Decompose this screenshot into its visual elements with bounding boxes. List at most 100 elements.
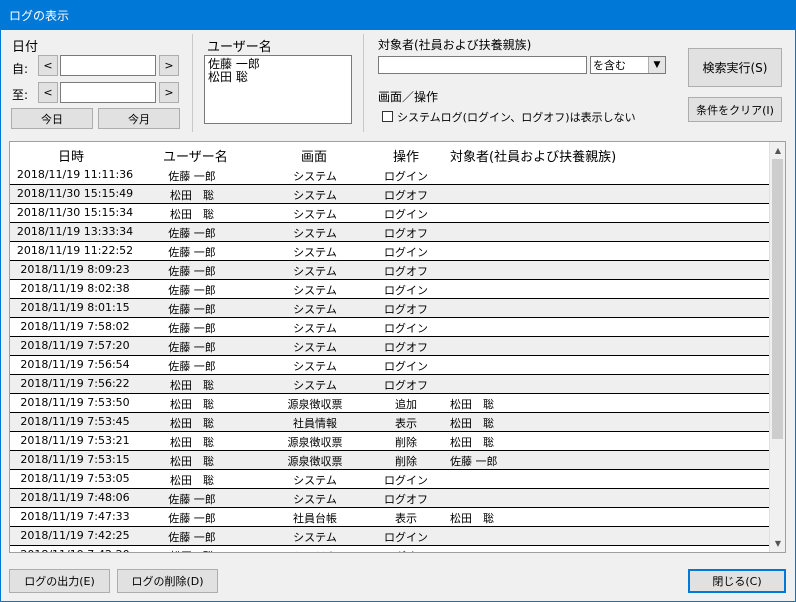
triangle-down-icon[interactable]: ▼ bbox=[771, 536, 785, 551]
table-row[interactable]: 2018/11/19 13:33:34 佐藤 一郎 システム ログオフ bbox=[10, 223, 770, 242]
cell-screen: システム bbox=[293, 170, 337, 183]
cell-operation: ログオフ bbox=[384, 227, 428, 240]
cell-operation: ログイン bbox=[384, 284, 428, 297]
cell-operation: ログイン bbox=[384, 474, 428, 487]
cell-operation: 削除 bbox=[395, 436, 417, 449]
cell-user: 佐藤 一郎 bbox=[168, 531, 216, 544]
cell-operation: ログオフ bbox=[384, 341, 428, 354]
close-button[interactable]: 閉じる(C) bbox=[688, 569, 786, 593]
table-row[interactable]: 2018/11/19 7:53:50 松田 聡 源泉徴収票 追加 松田 聡 bbox=[10, 394, 770, 413]
cell-screen: 社員台帳 bbox=[293, 512, 337, 525]
cell-screen: システム bbox=[293, 208, 337, 221]
cell-screen: システム bbox=[293, 265, 337, 278]
cell-datetime: 2018/11/19 7:53:15 bbox=[20, 453, 130, 466]
date-to-prev-button[interactable]: < bbox=[38, 82, 58, 103]
cell-user: 松田 聡 bbox=[170, 417, 214, 430]
header-datetime[interactable]: 日時 bbox=[58, 146, 84, 165]
cell-operation: ログオフ bbox=[384, 265, 428, 278]
table-row[interactable]: 2018/11/19 11:22:52 佐藤 一郎 システム ログイン bbox=[10, 242, 770, 261]
cell-datetime: 2018/11/19 7:53:50 bbox=[20, 396, 130, 409]
scrollbar-thumb[interactable] bbox=[772, 159, 783, 439]
grid-vertical-scrollbar[interactable]: ▲ ▼ bbox=[769, 142, 785, 552]
cell-user: 松田 聡 bbox=[147, 548, 237, 552]
cell-datetime: 2018/11/19 7:42:20 bbox=[10, 548, 140, 552]
cell-operation: ログイン bbox=[384, 208, 428, 221]
cell-screen: システム bbox=[293, 360, 337, 373]
cell-operation: ログオフ bbox=[366, 548, 446, 552]
today-button[interactable]: 今日 bbox=[11, 108, 93, 129]
separator-2 bbox=[363, 34, 364, 132]
cell-screen: システム bbox=[293, 379, 337, 392]
log-grid[interactable]: 日時 ユーザー名 画面 操作 対象者(社員および扶養親族) 2018/11/19… bbox=[9, 141, 786, 553]
cell-operation: 削除 bbox=[395, 455, 417, 468]
header-screen[interactable]: 画面 bbox=[301, 146, 327, 165]
table-row[interactable]: 2018/11/19 7:57:20 佐藤 一郎 システム ログオフ bbox=[10, 337, 770, 356]
table-row[interactable]: 2018/11/19 7:53:05 松田 聡 システム ログイン bbox=[10, 470, 770, 489]
table-row[interactable]: 2018/11/19 7:48:06 佐藤 一郎 システム ログオフ bbox=[10, 489, 770, 508]
target-input[interactable] bbox=[378, 56, 587, 74]
cell-datetime: 2018/11/19 7:42:25 bbox=[20, 529, 130, 542]
cell-user: 佐藤 一郎 bbox=[168, 284, 216, 297]
table-row[interactable]: 2018/11/30 15:15:49 松田 聡 システム ログオフ bbox=[10, 185, 770, 204]
header-target[interactable]: 対象者(社員および扶養親族) bbox=[450, 146, 616, 165]
cell-user: 松田 聡 bbox=[170, 455, 214, 468]
cell-datetime: 2018/11/19 11:11:36 bbox=[16, 168, 134, 181]
table-row[interactable]: 2018/11/19 7:58:02 佐藤 一郎 システム ログイン bbox=[10, 318, 770, 337]
table-row[interactable]: 2018/11/19 7:42:20 松田 聡 システムログオフ bbox=[10, 546, 770, 552]
user-listbox[interactable]: 佐藤 一郎 松田 聡 bbox=[204, 55, 352, 124]
cell-screen: システム bbox=[293, 284, 337, 297]
cell-operation: ログオフ bbox=[384, 303, 428, 316]
cell-operation: 表示 bbox=[395, 417, 417, 430]
table-row[interactable]: 2018/11/19 8:02:38 佐藤 一郎 システム ログイン bbox=[10, 280, 770, 299]
search-button[interactable]: 検索実行(S) bbox=[688, 48, 782, 87]
cell-datetime: 2018/11/19 8:09:23 bbox=[20, 263, 130, 276]
cell-screen: システム bbox=[260, 548, 370, 552]
cell-target: 松田 聡 bbox=[450, 512, 494, 525]
export-log-button[interactable]: ログの出力(E) bbox=[9, 569, 110, 593]
table-row[interactable]: 2018/11/19 7:42:25 佐藤 一郎 システム ログイン bbox=[10, 527, 770, 546]
header-user[interactable]: ユーザー名 bbox=[163, 146, 228, 165]
table-row[interactable]: 2018/11/19 7:56:22 松田 聡 システム ログオフ bbox=[10, 375, 770, 394]
system-log-checkbox-label[interactable]: システムログ(ログイン、ログオフ)は表示しない bbox=[397, 109, 636, 125]
table-row[interactable]: 2018/11/19 7:53:21 松田 聡 源泉徴収票 削除 松田 聡 bbox=[10, 432, 770, 451]
this-month-button[interactable]: 今月 bbox=[98, 108, 180, 129]
grid-header: 日時 ユーザー名 画面 操作 対象者(社員および扶養親族) bbox=[10, 142, 770, 166]
cell-operation: ログイン bbox=[384, 531, 428, 544]
chevron-down-icon[interactable]: ▼ bbox=[648, 57, 665, 73]
cell-screen: 源泉徴収票 bbox=[287, 398, 343, 411]
table-row[interactable]: 2018/11/19 7:56:54 佐藤 一郎 システム ログイン bbox=[10, 356, 770, 375]
match-select[interactable]: を含む ▼ bbox=[590, 56, 666, 74]
date-to-next-button[interactable]: > bbox=[159, 82, 179, 103]
window-title: ログの表示 bbox=[9, 9, 70, 23]
date-from-next-button[interactable]: > bbox=[159, 55, 179, 76]
table-row[interactable]: 2018/11/19 11:11:36 佐藤 一郎 システム ログイン bbox=[10, 166, 770, 185]
match-select-value: を含む bbox=[593, 59, 626, 72]
cell-screen: システム bbox=[293, 493, 337, 506]
table-row[interactable]: 2018/11/19 8:09:23 佐藤 一郎 システム ログオフ bbox=[10, 261, 770, 280]
cell-screen: 源泉徴収票 bbox=[287, 436, 343, 449]
delete-log-button[interactable]: ログの削除(D) bbox=[117, 569, 218, 593]
date-from-input[interactable] bbox=[60, 55, 156, 76]
separator-1 bbox=[192, 34, 193, 132]
cell-user: 佐藤 一郎 bbox=[168, 360, 216, 373]
cell-screen: システム bbox=[293, 474, 337, 487]
cell-user: 佐藤 一郎 bbox=[168, 341, 216, 354]
clear-conditions-button[interactable]: 条件をクリア(I) bbox=[688, 97, 782, 122]
date-to-input[interactable] bbox=[60, 82, 156, 103]
cell-operation: ログオフ bbox=[384, 379, 428, 392]
header-operation[interactable]: 操作 bbox=[393, 146, 419, 165]
cell-datetime: 2018/11/19 7:53:45 bbox=[20, 415, 130, 428]
cell-user: 松田 聡 bbox=[170, 474, 214, 487]
date-from-prev-button[interactable]: < bbox=[38, 55, 58, 76]
cell-operation: 追加 bbox=[395, 398, 417, 411]
system-log-checkbox[interactable] bbox=[382, 111, 393, 122]
date-to-label: 至: bbox=[12, 88, 29, 102]
user-list-item[interactable]: 松田 聡 bbox=[208, 71, 348, 84]
table-row[interactable]: 2018/11/19 7:47:33 佐藤 一郎 社員台帳 表示 松田 聡 bbox=[10, 508, 770, 527]
cell-user: 佐藤 一郎 bbox=[168, 322, 216, 335]
table-row[interactable]: 2018/11/19 7:53:15 松田 聡 源泉徴収票 削除 佐藤 一郎 bbox=[10, 451, 770, 470]
triangle-up-icon[interactable]: ▲ bbox=[771, 143, 785, 158]
table-row[interactable]: 2018/11/19 8:01:15 佐藤 一郎 システム ログオフ bbox=[10, 299, 770, 318]
table-row[interactable]: 2018/11/30 15:15:34 松田 聡 システム ログイン bbox=[10, 204, 770, 223]
table-row[interactable]: 2018/11/19 7:53:45 松田 聡 社員情報 表示 松田 聡 bbox=[10, 413, 770, 432]
